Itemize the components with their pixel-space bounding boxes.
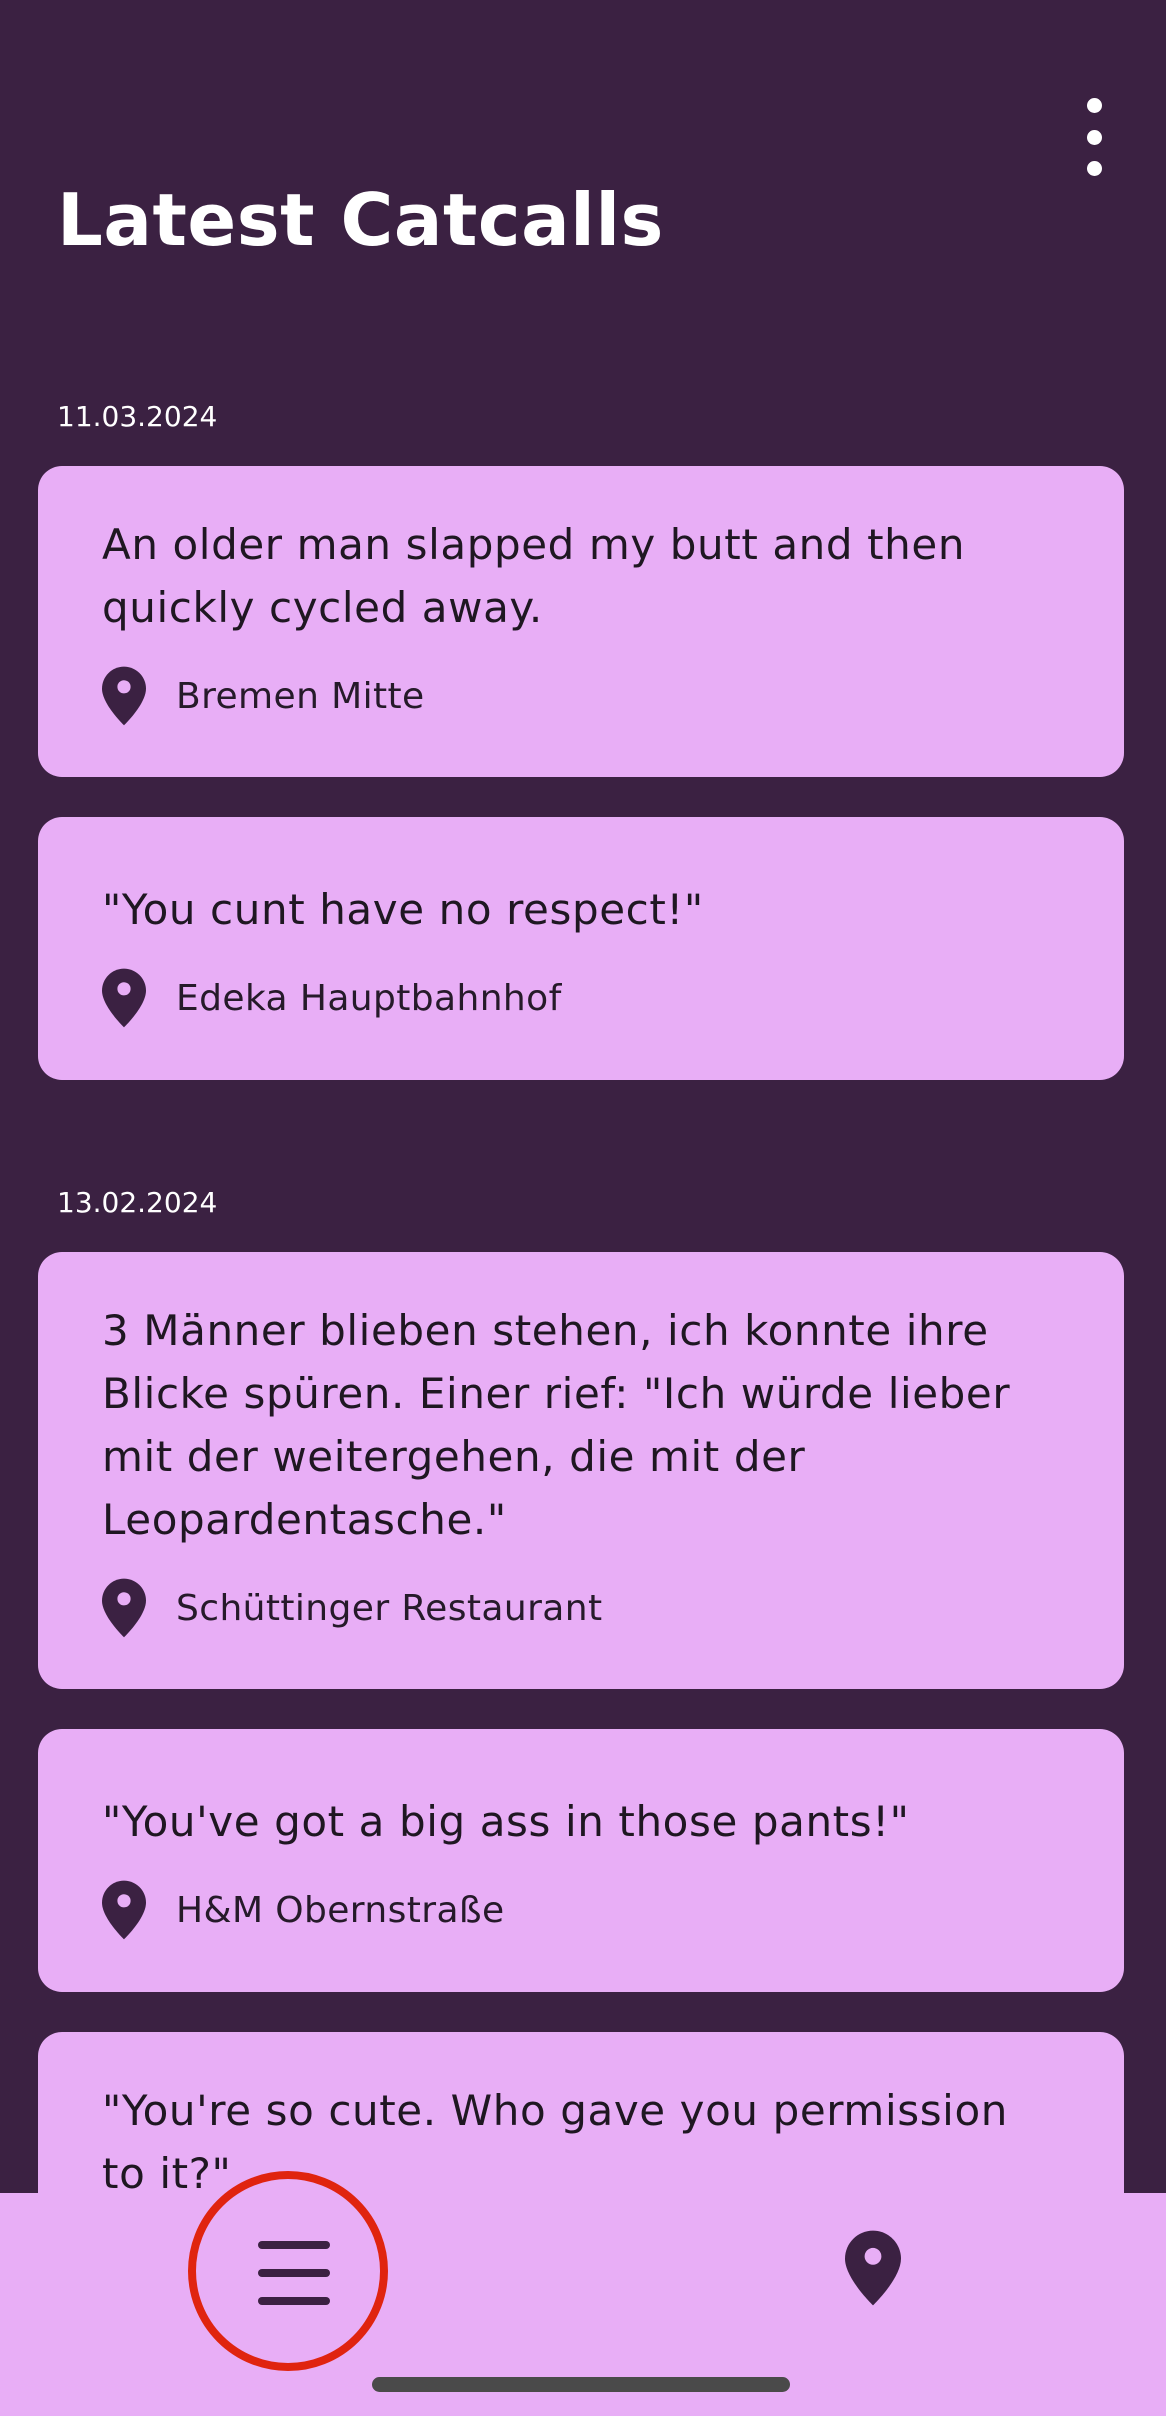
catcall-card[interactable]: "You cunt have no respect!" Edeka Hauptb… — [38, 817, 1124, 1080]
hamburger-bar — [258, 2269, 330, 2277]
map-pin-icon[interactable] — [845, 2230, 901, 2306]
catcall-card[interactable]: "You've got a big ass in those pants!" H… — [38, 1729, 1124, 1992]
catcall-text: "You've got a big ass in those pants!" — [102, 1797, 910, 1846]
more-vert-icon[interactable] — [1070, 92, 1118, 182]
catcall-text: "You cunt have no respect!" — [102, 885, 704, 934]
home-indicator[interactable] — [372, 2377, 790, 2392]
hamburger-bar — [258, 2297, 330, 2305]
location-label: H&M Obernstraße — [176, 1889, 505, 1931]
menu-dot — [1086, 98, 1102, 113]
catcall-card[interactable]: An older man slapped my butt and then qu… — [38, 466, 1124, 777]
catcall-location: H&M Obernstraße — [102, 1880, 505, 1940]
menu-dot — [1086, 129, 1102, 145]
catcall-text: 3 Männer blieben stehen, ich konnte ihre… — [102, 1306, 1011, 1544]
menu-dot — [1086, 161, 1102, 176]
catcall-text: An older man slapped my butt and then qu… — [102, 520, 966, 632]
location-label: Edeka Hauptbahnhof — [176, 977, 562, 1019]
catcall-location: Schüttinger Restaurant — [102, 1578, 602, 1638]
location-pin-icon — [102, 1578, 146, 1638]
location-label: Schüttinger Restaurant — [176, 1587, 603, 1629]
catcall-card[interactable]: 3 Männer blieben stehen, ich konnte ihre… — [38, 1252, 1124, 1689]
date-header: 13.02.2024 — [57, 1186, 218, 1219]
page-title: Latest Catcalls — [57, 178, 664, 262]
hamburger-menu-icon — [258, 2241, 330, 2305]
location-pin-icon — [102, 1880, 146, 1940]
screen: Latest Catcalls 11.03.2024 An older man … — [0, 0, 1166, 2416]
nav-menu-button[interactable] — [188, 2171, 388, 2371]
catcall-location: Edeka Hauptbahnhof — [102, 968, 562, 1028]
date-header: 11.03.2024 — [57, 400, 218, 433]
location-label: Bremen Mitte — [176, 675, 425, 717]
location-pin-icon — [102, 968, 146, 1028]
location-pin-icon — [102, 666, 146, 726]
hamburger-bar — [258, 2241, 330, 2249]
catcall-location: Bremen Mitte — [102, 666, 425, 726]
